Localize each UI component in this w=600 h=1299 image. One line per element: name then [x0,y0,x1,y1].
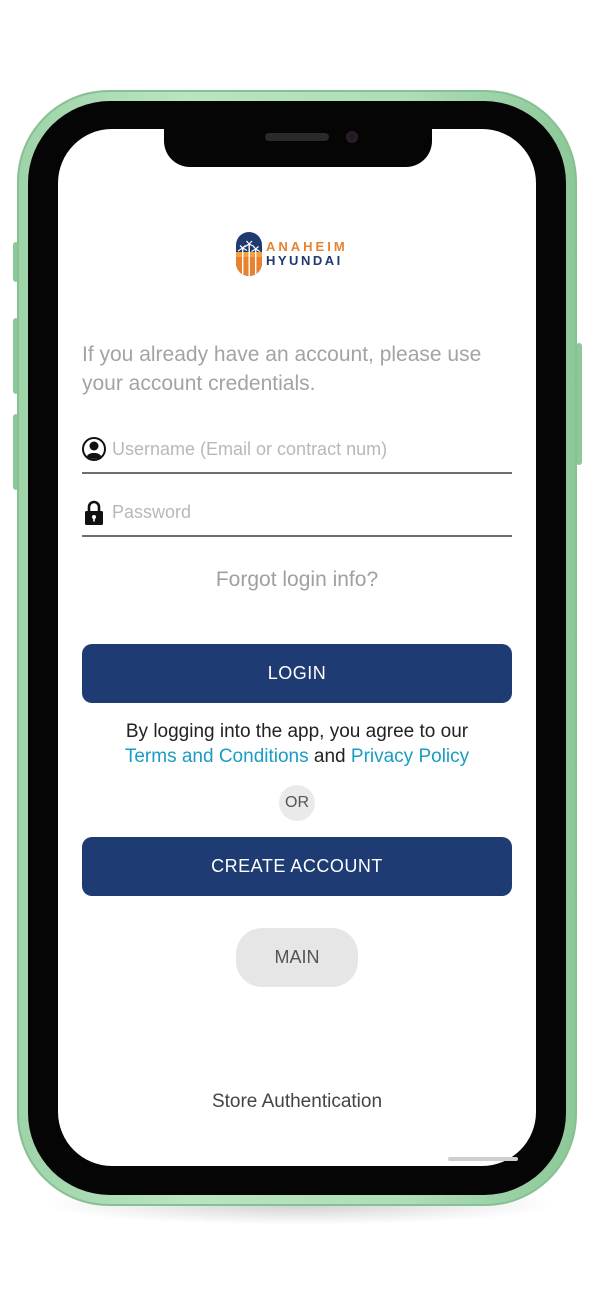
forgot-login-link[interactable]: Forgot login info? [82,568,512,592]
lock-icon [85,500,103,525]
logo-text-anaheim: ANAHEIM [266,239,348,254]
logo-text-hyundai: HYUNDAI [266,253,343,268]
privacy-policy-link[interactable]: Privacy Policy [351,746,469,767]
palm-tree-badge-icon [236,232,262,276]
password-field [82,495,512,537]
store-authentication-text: Store Authentication [211,1091,383,1112]
login-instructions: If you already have an account, please u… [82,343,482,395]
login-button[interactable]: LOGIN [82,644,512,703]
agreement-text: By logging into the app, you agree to ou… [82,719,512,769]
username-input[interactable] [112,434,502,464]
username-field [82,432,512,474]
agreement-conjunction: and [313,746,346,767]
agreement-prefix: By logging into the app, you agree to ou… [125,721,469,742]
user-silhouette-icon [82,437,106,461]
create-account-button[interactable]: CREATE ACCOUNT [82,837,512,896]
home-indicator[interactable] [448,1157,518,1161]
password-input[interactable] [112,497,502,527]
earpiece-speaker [265,133,329,141]
main-button[interactable]: MAIN [236,928,358,987]
brand-logo: ANAHEIM HYUNDAI [236,232,362,278]
terms-link[interactable]: Terms and Conditions [125,746,309,767]
device-stage: ANAHEIM HYUNDAI If you already have an a… [0,0,600,1299]
front-camera [346,131,358,143]
or-divider: OR [279,785,315,821]
